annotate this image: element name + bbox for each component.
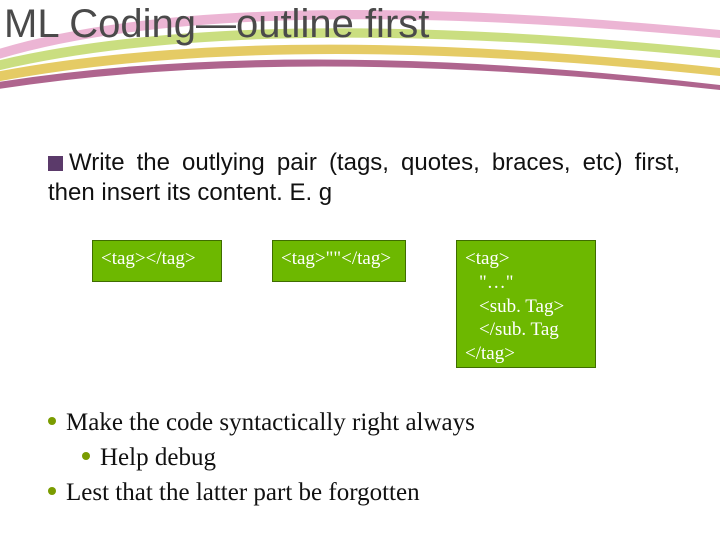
note-text: Make the code syntactically right always [66, 405, 475, 440]
note-item-1: Make the code syntactically right always [48, 405, 680, 440]
code-text: <tag></tag> [101, 248, 196, 269]
bullet-dot-icon [48, 487, 56, 495]
code-example-3: <tag> "…" <sub. Tag> </sub. Tag </tag> [456, 240, 596, 368]
code-text: <tag>""</tag> [281, 248, 391, 269]
note-item-2: Lest that the latter part be forgotten [48, 475, 680, 510]
square-bullet-icon [48, 156, 63, 171]
notes-list: Make the code syntactically right always… [48, 405, 680, 510]
note-item-1a: Help debug [82, 440, 680, 475]
code-line-3: <sub. Tag> [465, 295, 587, 319]
bullet-dot-icon [48, 417, 56, 425]
note-text: Help debug [100, 440, 216, 475]
main-point-text: Write the outlying pair (tags, quotes, b… [48, 149, 680, 206]
main-point: Write the outlying pair (tags, quotes, b… [48, 148, 680, 208]
note-text: Lest that the latter part be forgotten [66, 475, 420, 510]
code-line-2: "…" [465, 271, 587, 295]
code-line-5: </tag> [465, 343, 515, 364]
code-example-1: <tag></tag> [92, 240, 222, 282]
bullet-dot-icon [82, 452, 90, 460]
code-line-1: <tag> [465, 248, 510, 269]
code-example-2: <tag>""</tag> [272, 240, 406, 282]
slide-title: ML Coding—outline first [4, 2, 429, 47]
code-line-4: </sub. Tag [465, 318, 587, 342]
